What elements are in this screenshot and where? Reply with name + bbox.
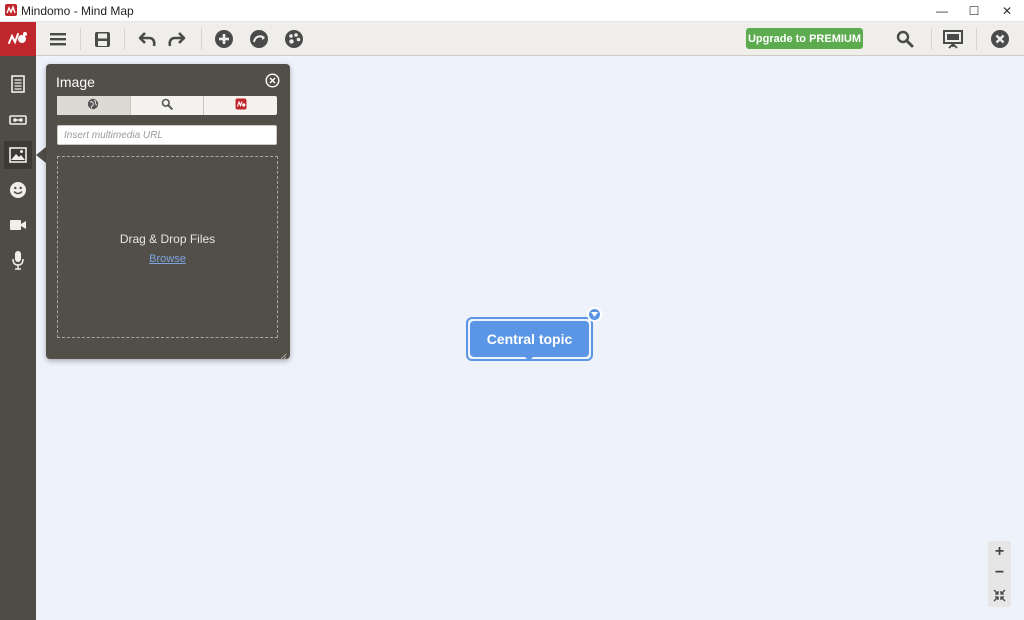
- zoom-out-button[interactable]: −: [988, 562, 1011, 584]
- toolbar-divider: [124, 28, 125, 50]
- link-icon[interactable]: [4, 106, 32, 134]
- microphone-icon[interactable]: [4, 246, 32, 274]
- toolbar: Upgrade to PREMIUM: [0, 22, 1024, 56]
- upgrade-premium-button[interactable]: Upgrade to PREMIUM: [746, 28, 863, 49]
- tab-web[interactable]: [57, 96, 131, 115]
- topic-dropdown-icon[interactable]: [587, 307, 602, 322]
- presentation-icon[interactable]: [941, 27, 965, 51]
- window-close-button[interactable]: ✕: [990, 0, 1024, 22]
- search-icon[interactable]: [893, 27, 917, 51]
- title-bar: Mindomo - Mind Map — ☐ ✕: [0, 0, 1024, 22]
- tab-search[interactable]: [131, 96, 205, 115]
- browse-link[interactable]: Browse: [58, 253, 277, 265]
- save-icon[interactable]: [90, 27, 114, 51]
- minimize-button[interactable]: —: [925, 0, 959, 22]
- toolbar-divider: [201, 28, 202, 50]
- maximize-button[interactable]: ☐: [957, 0, 991, 22]
- panel-tabs: [57, 96, 277, 115]
- left-sidebar: [0, 56, 36, 620]
- fit-to-screen-icon[interactable]: [988, 584, 1011, 606]
- zoom-controls: + −: [988, 541, 1011, 607]
- undo-icon[interactable]: [135, 27, 159, 51]
- tab-mindomo[interactable]: [204, 96, 277, 115]
- add-topic-icon[interactable]: [212, 27, 236, 51]
- video-icon[interactable]: [4, 211, 32, 239]
- mindomo-logo-icon[interactable]: [0, 22, 36, 56]
- toolbar-divider: [931, 28, 932, 50]
- drop-zone[interactable]: Drag & Drop Files Browse: [57, 156, 278, 338]
- central-topic[interactable]: Central topic: [466, 317, 593, 361]
- multimedia-url-input[interactable]: [57, 125, 277, 145]
- web-icon: [87, 97, 99, 115]
- image-panel: Image Drag & Drop Files Browse: [46, 64, 290, 361]
- zoom-in-button[interactable]: +: [988, 541, 1011, 563]
- resize-grip-icon[interactable]: [279, 348, 287, 361]
- redo-icon[interactable]: [165, 27, 189, 51]
- search-icon: [161, 97, 173, 115]
- window-title: Mindomo - Mind Map: [21, 4, 134, 18]
- toolbar-divider: [80, 28, 81, 50]
- toolbar-divider: [976, 28, 977, 50]
- image-icon[interactable]: [4, 141, 32, 169]
- emoji-icon[interactable]: [4, 176, 32, 204]
- app-logo-icon: [5, 4, 17, 16]
- theme-icon[interactable]: [282, 27, 306, 51]
- panel-pointer: [36, 147, 46, 163]
- connector-icon[interactable]: [247, 27, 271, 51]
- drop-zone-text: Drag & Drop Files: [119, 232, 216, 246]
- notes-icon[interactable]: [4, 70, 32, 98]
- mindomo-icon: [235, 97, 247, 115]
- topic-notch: [525, 357, 533, 361]
- menu-icon[interactable]: [46, 27, 70, 51]
- close-icon[interactable]: [988, 27, 1012, 51]
- panel-close-icon[interactable]: [265, 73, 280, 88]
- central-topic-label: Central topic: [470, 321, 589, 357]
- panel-title: Image: [56, 74, 95, 90]
